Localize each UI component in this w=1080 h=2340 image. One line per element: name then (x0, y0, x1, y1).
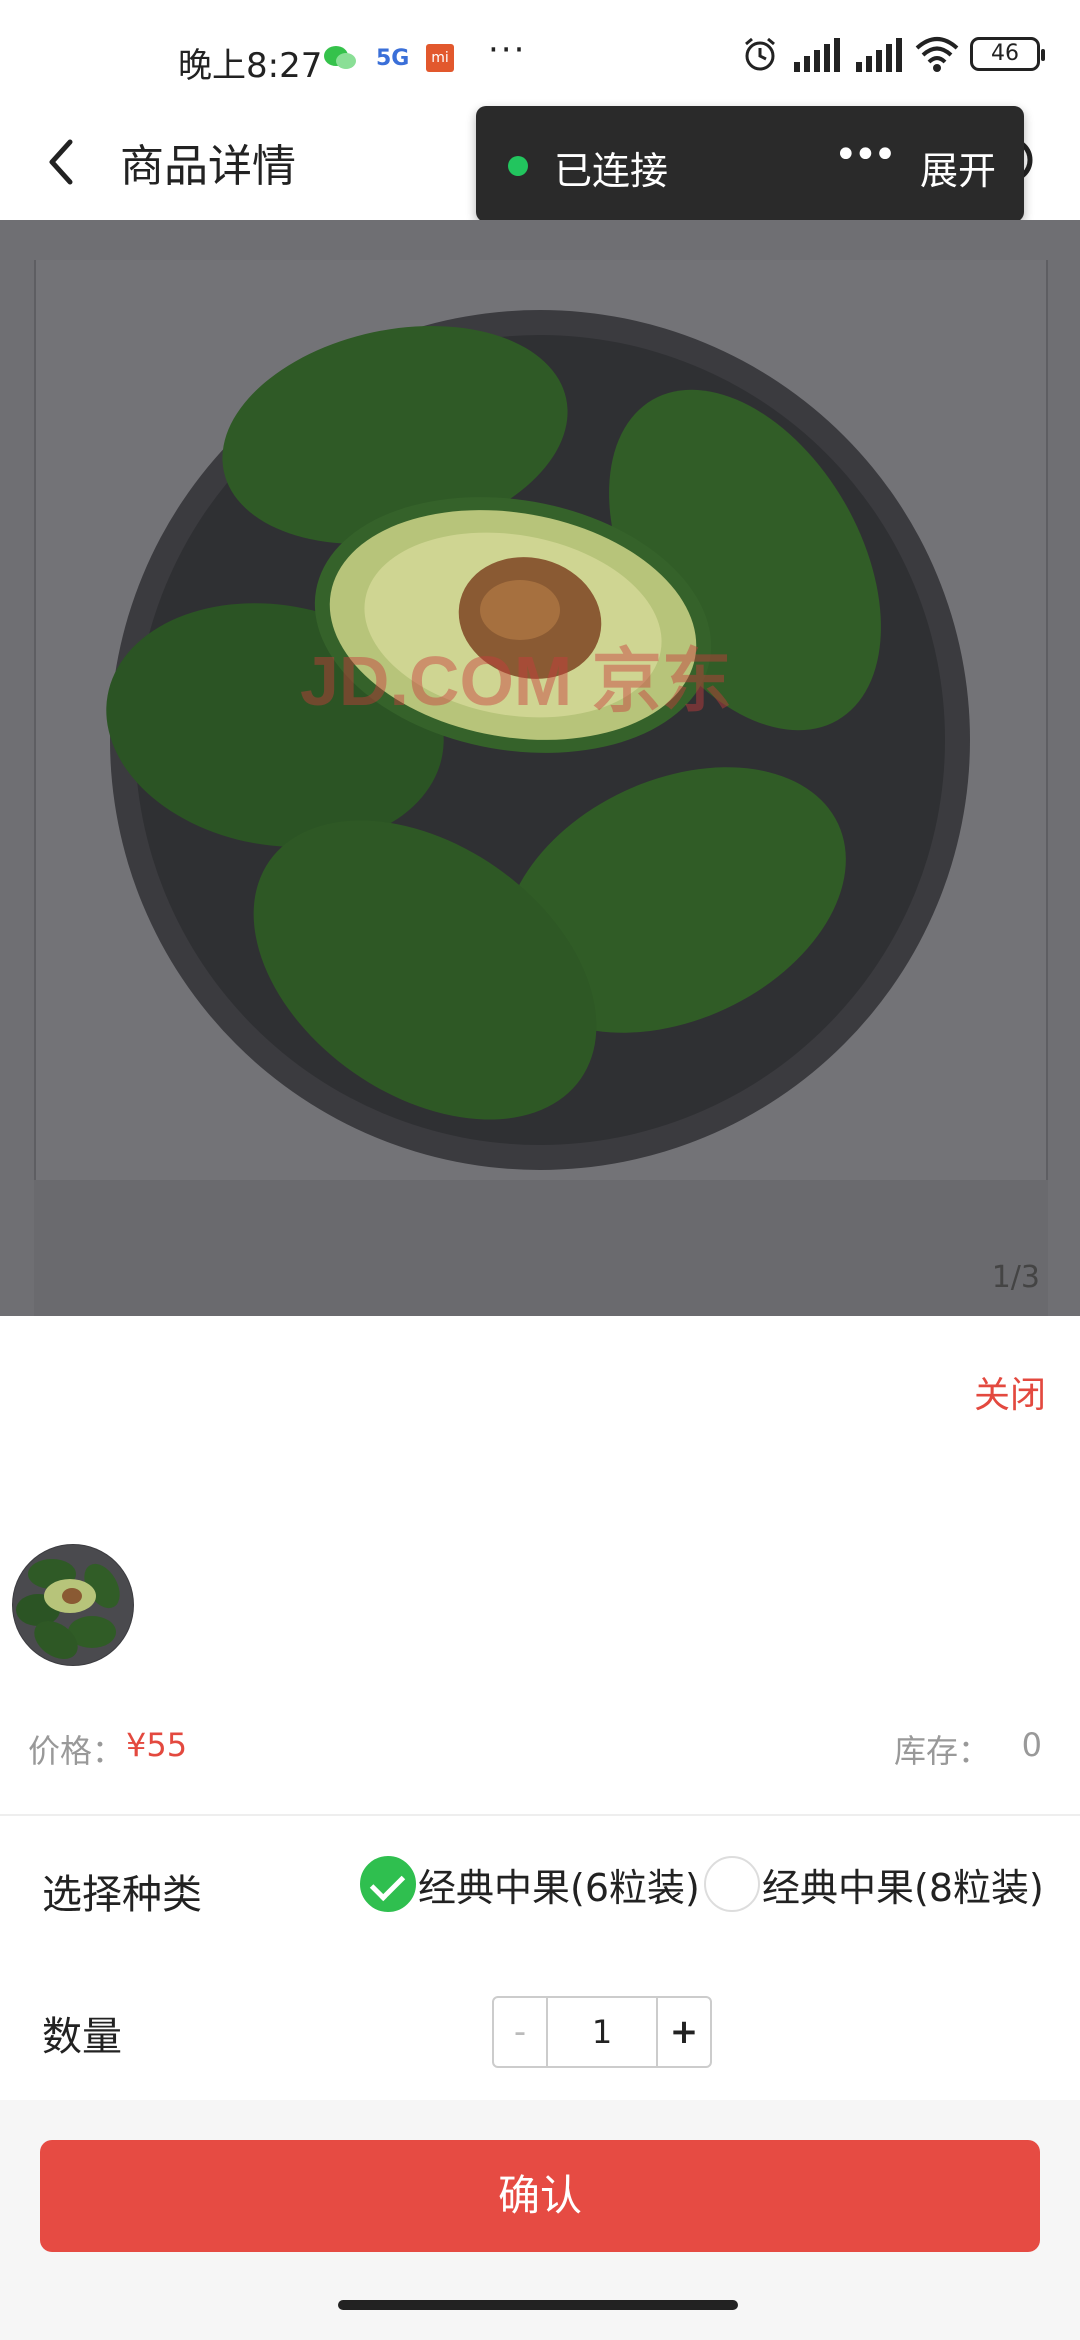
signal-icon (794, 38, 840, 72)
quantity-decrease-button[interactable]: - (494, 1998, 548, 2066)
connected-dot-icon (508, 156, 528, 176)
toast-more-icon[interactable]: ••• (834, 132, 897, 178)
network-badge: 5G (376, 46, 410, 71)
stock-label: 库存： (893, 1732, 990, 1770)
product-image-gallery[interactable]: JD.COM 京东 1/3 (0, 220, 1080, 1316)
product-thumbnail (12, 1544, 134, 1666)
stock-value: 0 (1021, 1726, 1042, 1764)
sku-selection-sheet: 关闭 价格： ¥55 库存： 0 选择种类 经典中果(6粒装) 经典中果(8粒装… (0, 1316, 1080, 2340)
signal-icon-2 (856, 38, 902, 72)
connection-toast: 已连接 ••• 展开 (476, 106, 1024, 222)
checked-radio-icon[interactable] (360, 1856, 416, 1912)
variant-option-6[interactable]: 经典中果(6粒装) (360, 1856, 700, 1912)
image-bottom-band (34, 1180, 1048, 1316)
page-title: 商品详情 (120, 141, 296, 192)
variant-label: 选择种类 (42, 1872, 202, 1918)
back-arrow-icon[interactable] (40, 132, 100, 192)
wifi-icon (915, 37, 959, 72)
price-value: ¥55 (126, 1726, 188, 1764)
connection-status: 已连接 (554, 149, 669, 193)
variant-option-8[interactable]: 经典中果(8粒装) (704, 1856, 1044, 1912)
alarm-icon (745, 37, 775, 71)
quantity-input[interactable]: 1 (548, 1998, 656, 2066)
price-label: 价格： (28, 1732, 125, 1770)
unchecked-radio-icon[interactable] (704, 1856, 760, 1912)
status-bar: 晚上8:27 5G mi ··· 46 (0, 0, 1080, 110)
mi-icon: mi (426, 44, 454, 72)
image-watermark: JD.COM 京东 (300, 642, 732, 720)
close-button[interactable]: 关闭 (974, 1366, 1046, 1418)
variant-option-label: 经典中果(8粒装) (762, 1865, 1044, 1910)
quantity-stepper: - 1 + (492, 1996, 712, 2068)
status-right-icons: 46 (740, 34, 1045, 74)
more-icon: ··· (488, 30, 527, 70)
variant-option-label: 经典中果(6粒装) (418, 1865, 700, 1910)
image-counter: 1/3 (991, 1260, 1040, 1295)
quantity-increase-button[interactable]: + (656, 1998, 710, 2066)
status-time: 晚上8:27 (178, 46, 323, 86)
home-indicator[interactable] (338, 2300, 738, 2310)
divider (0, 1814, 1080, 1816)
wechat-icon (324, 46, 356, 69)
sheet-footer: 确认 (0, 2100, 1080, 2340)
quantity-label: 数量 (42, 2014, 122, 2060)
battery-indicator: 46 (970, 37, 1045, 71)
avocado-thumbnail-image (13, 1545, 133, 1665)
toast-expand-button[interactable]: 展开 (920, 140, 996, 195)
confirm-button[interactable]: 确认 (40, 2140, 1040, 2252)
